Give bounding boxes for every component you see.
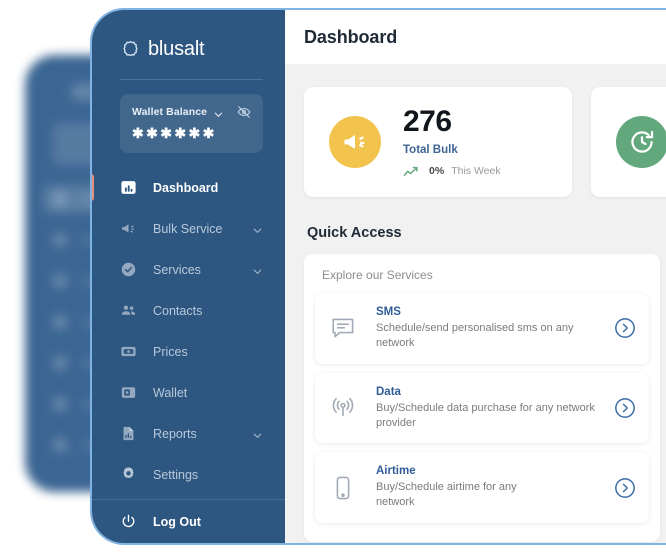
- sidebar-item-wallet[interactable]: Wallet: [92, 372, 285, 413]
- chevron-down-icon[interactable]: [252, 264, 263, 275]
- chevron-down-icon[interactable]: [213, 107, 224, 118]
- sidebar-item-label: Log Out: [153, 514, 201, 529]
- mobile-phone-icon: [329, 474, 357, 502]
- sidebar: blusalt Wallet Balance ✱✱✱✱✱✱ Dashboard …: [92, 10, 285, 543]
- service-name: SMS: [376, 306, 401, 318]
- sidebar-item-dashboard[interactable]: Dashboard: [92, 167, 285, 208]
- decorative-icon-block: [53, 356, 67, 370]
- wallet-balance-header: Wallet Balance: [132, 105, 251, 119]
- service-row-sms[interactable]: SMS Schedule/send personalised sms on an…: [315, 293, 649, 364]
- people-icon: [120, 302, 137, 319]
- main-content: Dashboard 276 Total Bulk 0% This Week Qu…: [285, 10, 666, 543]
- sidebar-item-contacts[interactable]: Contacts: [92, 290, 285, 331]
- page-title: Dashboard: [304, 26, 398, 47]
- stat-card-secondary[interactable]: [591, 87, 666, 197]
- sidebar-item-label: Settings: [153, 467, 199, 482]
- sidebar-item-label: Services: [153, 262, 201, 277]
- megaphone-icon: [120, 220, 137, 237]
- decorative-icon-block: [53, 233, 67, 247]
- gear-circle-icon: [120, 39, 141, 60]
- service-text: Airtime Buy/Schedule airtime for any net…: [376, 465, 614, 510]
- service-row-data[interactable]: Data Buy/Schedule data purchase for any …: [315, 372, 649, 444]
- quick-access-card: Explore our Services SMS Schedule/send p…: [304, 254, 660, 543]
- sidebar-item-settings[interactable]: Settings: [92, 454, 285, 495]
- stat-card-body: 276 Total Bulk 0% This Week: [403, 104, 501, 178]
- report-file-icon: [120, 425, 137, 442]
- power-icon: [120, 513, 137, 530]
- eye-off-icon[interactable]: [237, 105, 251, 119]
- decorative-icon-block: [53, 274, 67, 288]
- sidebar-item-label: Bulk Service: [153, 221, 223, 236]
- brand-logo[interactable]: blusalt: [92, 28, 285, 65]
- sidebar-item-label: Reports: [153, 426, 197, 441]
- megaphone-icon: [329, 116, 381, 168]
- service-description: Buy/Schedule airtime for any network: [376, 481, 517, 509]
- service-name: Airtime: [376, 465, 416, 478]
- quick-access-title: Quick Access: [307, 225, 402, 241]
- brand-divider: [120, 79, 263, 81]
- stat-value: 276: [403, 104, 452, 138]
- stat-card-total-bulk[interactable]: 276 Total Bulk 0% This Week: [304, 87, 572, 197]
- decorative-icon-block: [53, 192, 67, 206]
- sidebar-item-label: Dashboard: [153, 180, 219, 195]
- service-text: SMS Schedule/send personalised sms on an…: [376, 306, 614, 351]
- service-description: Buy/Schedule data purchase for any netwo…: [376, 401, 595, 429]
- screenshot-root: blusalt Wallet Balance ✱✱✱✱✱✱ Dashboard …: [0, 0, 666, 552]
- wallet-balance-card[interactable]: Wallet Balance ✱✱✱✱✱✱: [120, 94, 263, 154]
- top-bar: Dashboard: [285, 10, 666, 64]
- wallet-icon: [120, 384, 137, 401]
- stat-label: Total Bulk: [403, 143, 458, 156]
- trend-up-icon: [403, 165, 422, 178]
- sidebar-item-label: Wallet: [153, 385, 188, 400]
- signal-wave-icon: [329, 394, 357, 422]
- stat-footer: 0% This Week: [403, 165, 501, 178]
- service-description: Schedule/send personalised sms on any ne…: [376, 322, 574, 349]
- brand-name: blusalt: [148, 38, 205, 61]
- wallet-balance-value: ✱✱✱✱✱✱: [132, 125, 217, 142]
- sidebar-item-label: Contacts: [153, 303, 203, 318]
- decorative-icon-block: [53, 315, 67, 329]
- service-name: Data: [376, 385, 401, 398]
- sidebar-item-services[interactable]: Services: [92, 249, 285, 290]
- sidebar-item-label: Prices: [153, 344, 188, 359]
- stat-percent: 0%: [429, 165, 445, 177]
- sidebar-item-bulk-service[interactable]: Bulk Service: [92, 208, 285, 249]
- stat-period: This Week: [451, 165, 501, 177]
- wallet-balance-label: Wallet Balance: [132, 106, 208, 119]
- chat-bubble-icon: [329, 314, 357, 342]
- clock-refresh-icon: [616, 116, 666, 168]
- stat-cards-row: 276 Total Bulk 0% This Week: [304, 87, 666, 197]
- app-window: blusalt Wallet Balance ✱✱✱✱✱✱ Dashboard …: [90, 8, 666, 545]
- decorative-icon-block: [53, 438, 67, 452]
- chevron-down-icon[interactable]: [252, 428, 263, 439]
- chevron-right-circle-icon[interactable]: [614, 397, 636, 419]
- sidebar-nav: Dashboard Bulk Service Services Contacts…: [92, 167, 285, 495]
- sidebar-item-reports[interactable]: Reports: [92, 413, 285, 454]
- service-row-airtime[interactable]: Airtime Buy/Schedule airtime for any net…: [315, 452, 649, 524]
- chart-bar-icon: [120, 179, 137, 196]
- chevron-right-circle-icon[interactable]: [614, 477, 636, 499]
- service-text: Data Buy/Schedule data purchase for any …: [376, 386, 614, 431]
- chevron-down-icon[interactable]: [252, 223, 263, 234]
- quick-access-heading: Explore our Services: [322, 268, 433, 282]
- content-scroll-area: 276 Total Bulk 0% This Week Quick Access…: [285, 64, 666, 543]
- sidebar-item-prices[interactable]: Prices: [92, 331, 285, 372]
- gear-icon: [120, 466, 137, 483]
- check-circle-icon: [120, 261, 137, 278]
- chevron-right-circle-icon[interactable]: [614, 317, 636, 339]
- sidebar-item-logout[interactable]: Log Out: [92, 500, 285, 543]
- banknote-icon: [120, 343, 137, 360]
- decorative-icon-block: [53, 397, 67, 411]
